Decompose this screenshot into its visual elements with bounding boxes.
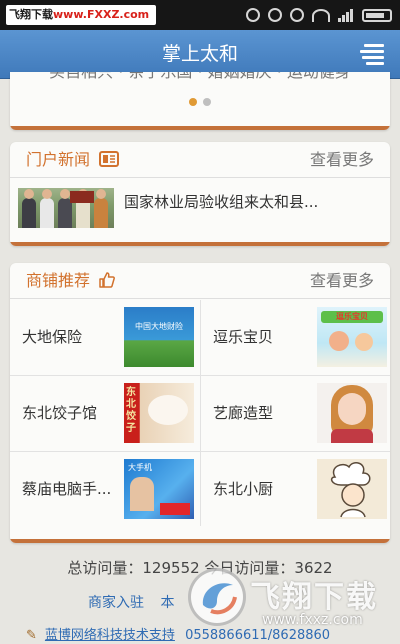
watermark-text: 飞翔下载 <box>9 8 53 21</box>
support-phone[interactable]: 0558866611/8628860 <box>185 628 330 643</box>
shop-item-name: 艺廊造型 <box>213 404 274 422</box>
banner-accent-bar <box>10 126 390 130</box>
shop-item-name: 蔡庙电脑手... <box>22 480 112 498</box>
shop-item-image <box>317 459 387 519</box>
shop-title-text: 商铺推荐 <box>26 271 91 290</box>
news-more-link[interactable]: 查看更多 <box>310 142 374 178</box>
wifi-icon <box>312 8 330 22</box>
shop-item-image: 东北饺子 <box>124 383 194 443</box>
news-title-text: 门户新闻 <box>26 150 91 169</box>
footer-links: 商家入驻 本 <box>88 592 186 614</box>
visit-stats: 总访问量：129552 今日访问量：3622 <box>67 559 333 577</box>
footer-link[interactable]: 本 <box>160 595 174 611</box>
shop-more-link[interactable]: 查看更多 <box>310 263 374 299</box>
shop-section-title: 商铺推荐 <box>26 263 116 299</box>
carousel-dots <box>10 98 390 106</box>
shop-item-name: 东北饺子馆 <box>22 404 98 422</box>
shop-accent-bar <box>10 539 390 543</box>
carousel-dot-1[interactable] <box>189 98 197 106</box>
sync-icon <box>246 8 260 22</box>
carousel-dot-2[interactable] <box>203 98 211 106</box>
alarm-icon <box>290 8 304 22</box>
shop-image-label: 大手机 <box>128 463 152 472</box>
shop-item-name: 东北小厨 <box>213 480 274 498</box>
banner-carousel[interactable]: 买自相只 · 亲子乐国 · 婚姻婚庆 · 运动健身 <box>10 72 390 130</box>
shop-item-image: 逗乐宝贝 <box>317 307 387 367</box>
news-thumbnail <box>18 188 114 228</box>
status-bar: 飞翔下载www.FXXZ.com <box>0 0 400 30</box>
news-section: 门户新闻 查看更多 国家林业局验收组来太和县... <box>10 142 390 246</box>
grid-divider <box>10 375 390 376</box>
status-icons <box>246 5 392 25</box>
shop-item[interactable]: 蔡庙电脑手... 大手机 <box>10 453 200 526</box>
shop-item-image <box>317 383 387 443</box>
shop-item[interactable]: 东北饺子馆 东北饺子 <box>10 377 200 450</box>
shop-item[interactable]: 东北小厨 <box>201 453 390 526</box>
shop-item[interactable]: 逗乐宝贝 逗乐宝贝 <box>201 301 390 374</box>
news-accent-bar <box>10 242 390 246</box>
chef-icon <box>330 462 371 518</box>
shop-image-label: 逗乐宝贝 <box>321 311 383 323</box>
signal-icon <box>338 8 354 22</box>
company-logo-icon: ✎ <box>26 628 37 643</box>
news-section-title: 门户新闻 <box>26 142 120 178</box>
news-header: 门户新闻 查看更多 <box>10 142 390 178</box>
menu-icon[interactable] <box>358 44 384 65</box>
support-line: ✎ 蓝博网络科技技术支持 0558866611/8628860 <box>26 624 330 644</box>
watermark-url: www.FXXZ.com <box>53 8 150 21</box>
thumbs-up-icon <box>99 271 116 288</box>
shop-item-image: 大手机 <box>124 459 194 519</box>
watermark-banner: 飞翔下载www.FXXZ.com <box>6 5 156 25</box>
shop-image-label: 中国大地财险 <box>135 322 183 331</box>
battery-icon <box>362 8 392 22</box>
merchant-join-link[interactable]: 商家入驻 <box>88 595 144 611</box>
shop-image-label: 东北饺子 <box>126 387 136 434</box>
shop-item-name: 大地保险 <box>22 328 83 346</box>
news-item[interactable]: 国家林业局验收组来太和县... <box>10 179 390 237</box>
shop-section: 商铺推荐 查看更多 大地保险 中国大地财险 逗乐宝贝 逗乐宝贝 东北饺子馆 东北… <box>10 263 390 543</box>
shop-header: 商铺推荐 查看更多 <box>10 263 390 299</box>
support-link[interactable]: 蓝博网络科技技术支持 <box>45 628 175 643</box>
shop-item[interactable]: 艺廊造型 <box>201 377 390 450</box>
shop-item-name: 逗乐宝贝 <box>213 328 274 346</box>
mute-icon <box>268 8 282 22</box>
shop-item-image: 中国大地财险 <box>124 307 194 367</box>
shop-item[interactable]: 大地保险 中国大地财险 <box>10 301 200 374</box>
shop-grid: 大地保险 中国大地财险 逗乐宝贝 逗乐宝贝 东北饺子馆 东北饺子 艺廊造型 蔡庙… <box>10 300 390 526</box>
newspaper-icon <box>99 150 120 167</box>
news-item-title: 国家林业局验收组来太和县... <box>124 193 319 211</box>
grid-divider <box>10 451 390 452</box>
banner-caption: 买自相只 · 亲子乐国 · 婚姻婚庆 · 运动健身 <box>10 72 390 82</box>
